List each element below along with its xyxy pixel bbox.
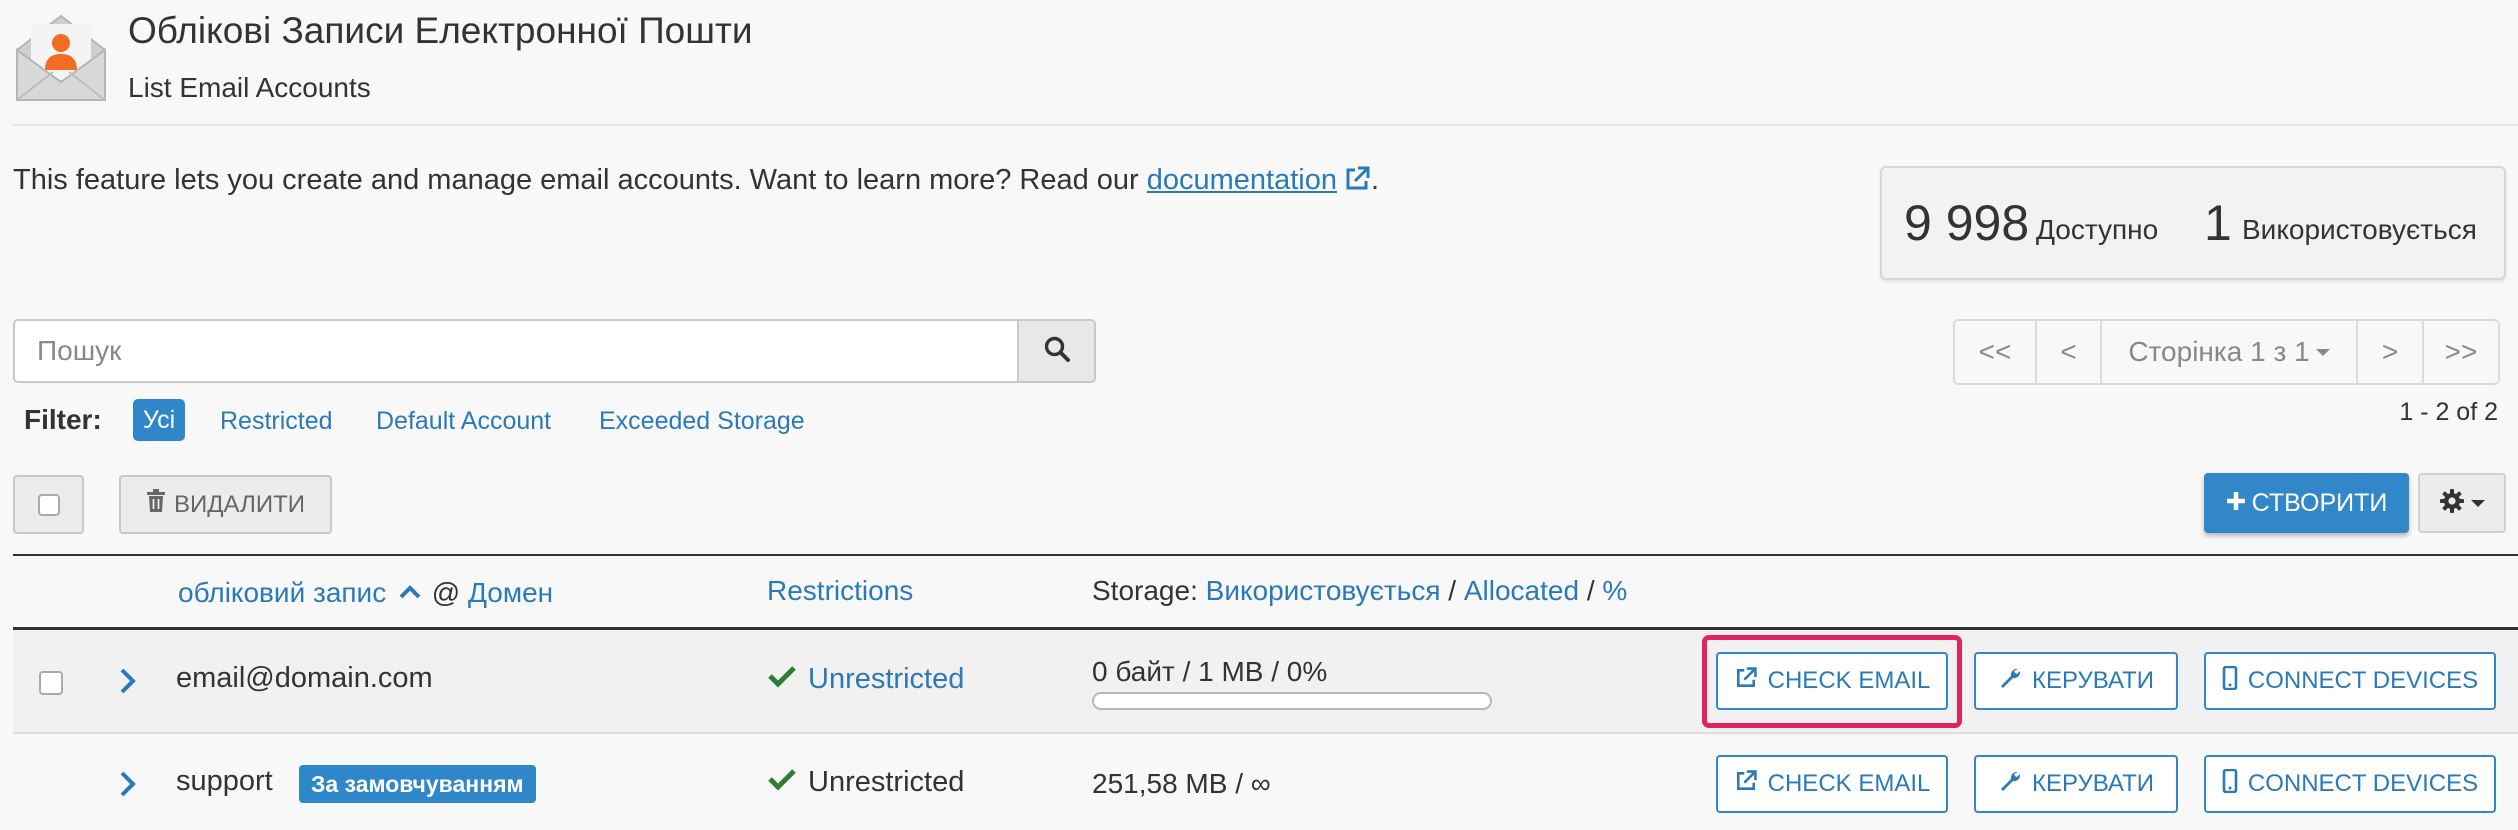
page-select-label: Сторінка 1 з 1 bbox=[2128, 336, 2310, 367]
at-sign: @ bbox=[431, 577, 461, 608]
filter-default-account[interactable]: Default Account bbox=[376, 407, 551, 436]
check-email-button[interactable]: CHECK EMAIL bbox=[1716, 755, 1948, 813]
external-link-icon bbox=[1734, 666, 1758, 697]
search-input[interactable] bbox=[13, 319, 1017, 383]
check-icon bbox=[768, 663, 796, 696]
mobile-icon bbox=[2222, 665, 2238, 697]
used-count: 1 bbox=[2204, 195, 2232, 251]
storage-usage: 251,58 MB / ∞ bbox=[1092, 768, 1271, 799]
filter-all[interactable]: Усі bbox=[133, 399, 185, 441]
documentation-link[interactable]: documentation bbox=[1147, 164, 1337, 196]
delete-button[interactable]: ВИДАЛИТИ bbox=[119, 475, 332, 534]
restriction-status: Unrestricted bbox=[768, 766, 964, 799]
results-range: 1 - 2 of 2 bbox=[2399, 398, 2498, 426]
trash-icon bbox=[146, 489, 166, 520]
storage-separator: / bbox=[1586, 575, 1595, 606]
intro-text: This feature lets you create and manage … bbox=[13, 164, 1379, 201]
external-link-icon bbox=[1734, 769, 1758, 800]
chevron-right-icon[interactable] bbox=[118, 667, 138, 700]
create-button[interactable]: СТВОРИТИ bbox=[2204, 473, 2409, 533]
create-label: СТВОРИТИ bbox=[2251, 488, 2388, 517]
manage-label: КЕРУВАТИ bbox=[2032, 667, 2154, 694]
connect-devices-button[interactable]: CONNECT DEVICES bbox=[2204, 652, 2496, 710]
gear-icon bbox=[2439, 488, 2465, 519]
manage-button[interactable]: КЕРУВАТИ bbox=[1974, 755, 2178, 813]
page-select[interactable]: Сторінка 1 з 1 bbox=[2100, 321, 2356, 383]
mobile-icon bbox=[2222, 768, 2238, 800]
pagination: << < Сторінка 1 з 1 > >> bbox=[1953, 319, 2500, 385]
restriction-text: Unrestricted bbox=[808, 766, 965, 798]
manage-label: КЕРУВАТИ bbox=[2032, 770, 2154, 797]
filter-restricted[interactable]: Restricted bbox=[220, 407, 333, 436]
email-accounts-page: Облікові Записи Електронної Пошти List E… bbox=[0, 0, 2518, 830]
page-subtitle: List Email Accounts bbox=[128, 72, 371, 103]
connect-devices-button[interactable]: CONNECT DEVICES bbox=[2204, 755, 2496, 813]
available-label: Доступно bbox=[2036, 214, 2159, 245]
restriction-status: Unrestricted bbox=[768, 663, 964, 696]
storage-separator: / bbox=[1448, 575, 1457, 606]
manage-button[interactable]: КЕРУВАТИ bbox=[1974, 652, 2178, 710]
sort-up-icon bbox=[398, 575, 422, 607]
header-divider bbox=[13, 124, 2518, 126]
filter-exceeded-storage[interactable]: Exceeded Storage bbox=[599, 407, 805, 436]
check-email-button[interactable]: CHECK EMAIL bbox=[1716, 652, 1948, 710]
intro-description: This feature lets you create and manage … bbox=[13, 164, 1147, 196]
wrench-icon bbox=[1998, 666, 2022, 697]
next-page-button[interactable]: > bbox=[2356, 321, 2422, 383]
default-account-badge: За замовчуванням bbox=[299, 765, 536, 803]
storage-prefix: Storage: bbox=[1092, 575, 1198, 606]
chevron-down-icon bbox=[2471, 499, 2485, 507]
email-account-icon bbox=[13, 10, 110, 104]
sort-storage-percent-link[interactable]: % bbox=[1602, 575, 1627, 606]
table-header-storage: Storage: Використовується / Allocated / … bbox=[1092, 575, 1627, 607]
page-title: Облікові Записи Електронної Пошти bbox=[128, 10, 753, 51]
first-page-button[interactable]: << bbox=[1955, 321, 2035, 383]
intro-trailing: . bbox=[1371, 164, 1380, 196]
check-email-label: CHECK EMAIL bbox=[1767, 770, 1931, 797]
plus-icon bbox=[2226, 489, 2246, 518]
row-checkbox[interactable] bbox=[39, 671, 63, 695]
sort-domain-link[interactable]: Домен bbox=[468, 577, 553, 608]
filter-label: Filter: bbox=[24, 404, 102, 435]
wrench-icon bbox=[1998, 769, 2022, 800]
account-email: email@domain.com bbox=[176, 662, 433, 694]
sort-storage-allocated-link[interactable]: Allocated bbox=[1464, 575, 1579, 606]
sort-storage-used-link[interactable]: Використовується bbox=[1206, 575, 1441, 606]
checkbox-box bbox=[37, 493, 60, 516]
connect-devices-label: CONNECT DEVICES bbox=[2247, 667, 2479, 694]
account-email: support bbox=[176, 765, 273, 797]
restriction-link[interactable]: Unrestricted bbox=[808, 663, 964, 696]
account-stats-box: 9 998 Доступно 1 Використовується bbox=[1880, 166, 2506, 280]
prev-page-button[interactable]: < bbox=[2035, 321, 2100, 383]
external-link-icon bbox=[1343, 165, 1371, 201]
chevron-down-icon bbox=[2315, 348, 2330, 356]
storage-usage: 0 байт / 1 MB / 0% bbox=[1092, 656, 1328, 687]
table-header-restrictions[interactable]: Restrictions bbox=[767, 575, 913, 607]
check-email-label: CHECK EMAIL bbox=[1767, 667, 1931, 694]
delete-label: ВИДАЛИТИ bbox=[174, 490, 305, 518]
settings-dropdown[interactable] bbox=[2418, 473, 2506, 533]
sort-account-link[interactable]: обліковий запис bbox=[178, 577, 386, 608]
table-top-border bbox=[13, 554, 2518, 556]
table-header-account: обліковий запис @ Домен bbox=[178, 575, 553, 609]
select-all-checkbox[interactable] bbox=[13, 475, 84, 534]
storage-progress-bar bbox=[1092, 692, 1492, 710]
last-page-button[interactable]: >> bbox=[2422, 321, 2498, 383]
available-count: 9 998 bbox=[1904, 195, 2030, 251]
check-icon bbox=[768, 766, 796, 799]
chevron-right-icon[interactable] bbox=[118, 770, 138, 803]
search-icon bbox=[1043, 335, 1071, 368]
connect-devices-label: CONNECT DEVICES bbox=[2247, 770, 2479, 797]
used-label: Використовується bbox=[2242, 214, 2477, 245]
search-button[interactable] bbox=[1017, 319, 1096, 383]
